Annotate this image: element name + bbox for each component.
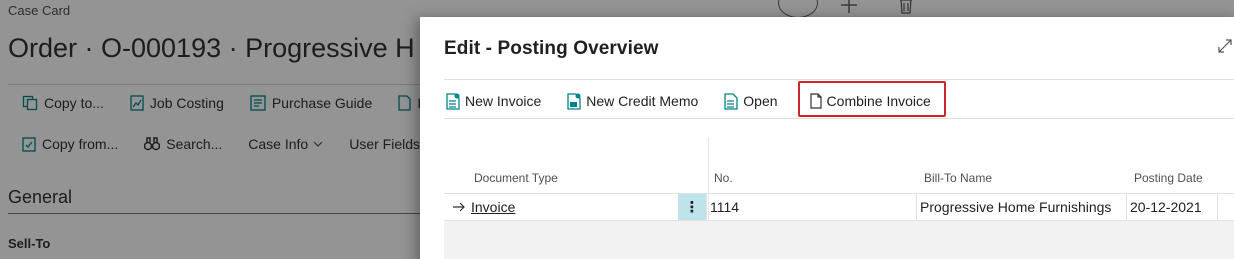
cell-border <box>916 194 917 220</box>
table-empty-area <box>444 221 1234 259</box>
cell-border <box>1217 194 1218 220</box>
new-invoice-label: New Invoice <box>465 93 542 109</box>
header-posting-date[interactable]: Posting Date <box>1134 171 1203 185</box>
cell-border <box>706 194 707 220</box>
posting-overview-dialog: Edit - Posting Overview New Invoice New … <box>420 17 1234 259</box>
cell-bill-to-name[interactable]: Progressive Home Furnishings <box>920 194 1111 220</box>
expand-icon[interactable] <box>1218 39 1232 58</box>
dialog-title: Edit - Posting Overview <box>444 38 659 59</box>
new-document-icon <box>446 92 460 110</box>
cell-border <box>1126 194 1127 220</box>
new-credit-memo-icon <box>567 92 581 110</box>
open-label: Open <box>743 93 778 109</box>
highlight-box <box>798 81 946 117</box>
open-button[interactable]: Open <box>724 91 778 111</box>
header-document-type[interactable]: Document Type <box>474 171 558 185</box>
new-invoice-button[interactable]: New Invoice <box>446 91 541 111</box>
row-arrow-icon <box>452 194 465 220</box>
new-credit-memo-label: New Credit Memo <box>586 93 699 109</box>
divider <box>444 79 1234 80</box>
cell-document-type[interactable]: Invoice <box>471 194 515 220</box>
new-credit-memo-button[interactable]: New Credit Memo <box>567 91 698 111</box>
open-document-icon <box>724 92 738 110</box>
row-actions-icon[interactable]: ⋮ <box>678 194 706 220</box>
table-row[interactable]: Invoice ⋮ 1114 Progressive Home Furnishi… <box>444 194 1234 220</box>
header-no[interactable]: No. <box>714 171 733 185</box>
header-bill-to-name[interactable]: Bill-To Name <box>924 171 992 185</box>
cell-posting-date[interactable]: 20-12-2021 <box>1130 194 1202 220</box>
cell-no[interactable]: 1114 <box>710 194 739 220</box>
divider <box>444 118 1234 119</box>
